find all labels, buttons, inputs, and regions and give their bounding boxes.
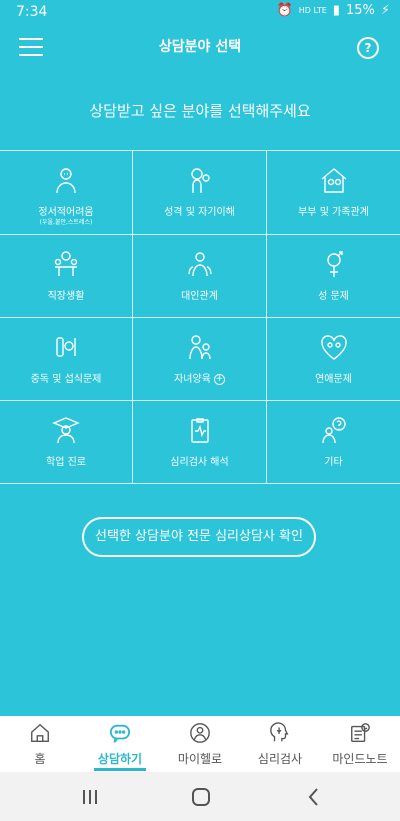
nav-mindnote[interactable]: 마인드노트	[320, 716, 400, 772]
plus-icon: +	[213, 373, 225, 385]
note-icon	[351, 723, 370, 742]
category-label-text: 자녀양육	[174, 374, 211, 385]
category-label: 부부 및 가족관계	[298, 207, 369, 218]
header: 상담분야 선택 ?	[0, 26, 400, 70]
category-other[interactable]: 기타	[267, 401, 400, 484]
family-house-icon	[321, 168, 346, 193]
category-label: 중독 및 섭식문제	[30, 374, 102, 385]
nav-home[interactable]: 홈	[0, 716, 80, 772]
status-icons: ⏰ HD LTE ▮ 15% ⚡	[277, 3, 390, 18]
category-label: 기타	[324, 457, 343, 468]
recent-apps-icon[interactable]	[78, 786, 102, 808]
nav-myhello[interactable]: 마이헬로	[160, 716, 240, 772]
question-person-icon	[321, 417, 346, 444]
relationship-icon	[187, 252, 212, 277]
category-label: 성 문제	[318, 291, 349, 302]
alarm-icon: ⏰	[276, 3, 293, 18]
nav-label: 심리검사	[257, 752, 303, 766]
category-family[interactable]: 부부 및 가족관계	[267, 151, 400, 235]
category-label: 직장생활	[47, 291, 85, 302]
category-label: 자녀양육 +	[133, 370, 266, 385]
battery-text: 15%	[345, 3, 375, 18]
back-icon[interactable]	[302, 786, 326, 808]
category-relationship[interactable]: 대인관계	[133, 235, 267, 318]
profile-icon	[190, 723, 210, 743]
category-study[interactable]: 학업 진로	[0, 401, 133, 484]
page-title: 상담분야 선택	[158, 39, 242, 55]
network-label: HD LTE	[298, 5, 327, 15]
category-sublabel: (우울,불안,스트레스)	[39, 219, 93, 226]
clipboard-icon	[190, 418, 209, 443]
category-personality[interactable]: 성격 및 자기이해	[133, 151, 267, 235]
graduate-icon	[52, 417, 80, 444]
parenting-icon	[188, 335, 211, 360]
category-label: 성격 및 자기이해	[164, 207, 235, 218]
status-bar: 7:34 ⏰ HD LTE ▮ 15% ⚡	[0, 0, 400, 26]
workplace-icon	[54, 251, 78, 276]
category-emotion[interactable]: 정서적어려움 (우울,불안,스트레스)	[0, 151, 133, 235]
chat-icon	[109, 724, 131, 743]
category-label: 대인관계	[181, 291, 218, 302]
nav-counseling[interactable]: 상담하기	[80, 716, 160, 772]
brain-head-icon	[270, 722, 289, 742]
love-heart-icon	[320, 335, 347, 360]
nav-psych-test[interactable]: 심리검사	[240, 716, 320, 772]
category-workplace[interactable]: 직장생활	[0, 235, 133, 318]
category-love[interactable]: 연애문제	[267, 318, 400, 401]
signal-icon: ▮	[332, 3, 340, 18]
category-gender[interactable]: 성 문제	[267, 235, 400, 318]
category-parenting[interactable]: 자녀양육 +	[133, 318, 267, 401]
nav-label: 마이헬로	[177, 752, 223, 766]
category-label: 연애문제	[315, 374, 352, 385]
category-label: 학업 진로	[46, 457, 86, 468]
bottom-nav: 홈 상담하기 마이헬로 심리검사 마인드노트	[0, 716, 400, 772]
status-time: 7:34	[16, 4, 48, 20]
addiction-icon	[56, 337, 76, 357]
emotion-icon	[56, 168, 76, 194]
category-test[interactable]: 심리검사 해석	[133, 401, 267, 484]
home-button-icon[interactable]	[189, 786, 213, 808]
nav-label: 홈	[34, 752, 46, 766]
instruction-text: 상담받고 싶은 분야를 선택해주세요	[89, 102, 311, 120]
category-label: 정서적어려움	[38, 207, 94, 218]
category-grid: 정서적어려움 (우울,불안,스트레스) 성격 및 자기이해 부부 및 가족관계 …	[0, 150, 400, 485]
home-icon	[31, 723, 49, 742]
category-label: 심리검사 해석	[170, 457, 229, 468]
nav-label: 상담하기	[97, 752, 143, 766]
gender-symbol-icon	[326, 251, 343, 277]
personality-icon	[190, 168, 210, 193]
category-addiction[interactable]: 중독 및 섭식문제	[0, 318, 133, 401]
help-icon[interactable]: ?	[357, 37, 379, 59]
system-nav-bar	[0, 772, 400, 821]
nav-label: 마인드노트	[332, 752, 388, 766]
battery-icon: ⚡	[380, 3, 390, 18]
confirm-counselor-button[interactable]: 선택한 상담분야 전문 심리상담사 확인	[82, 517, 316, 557]
